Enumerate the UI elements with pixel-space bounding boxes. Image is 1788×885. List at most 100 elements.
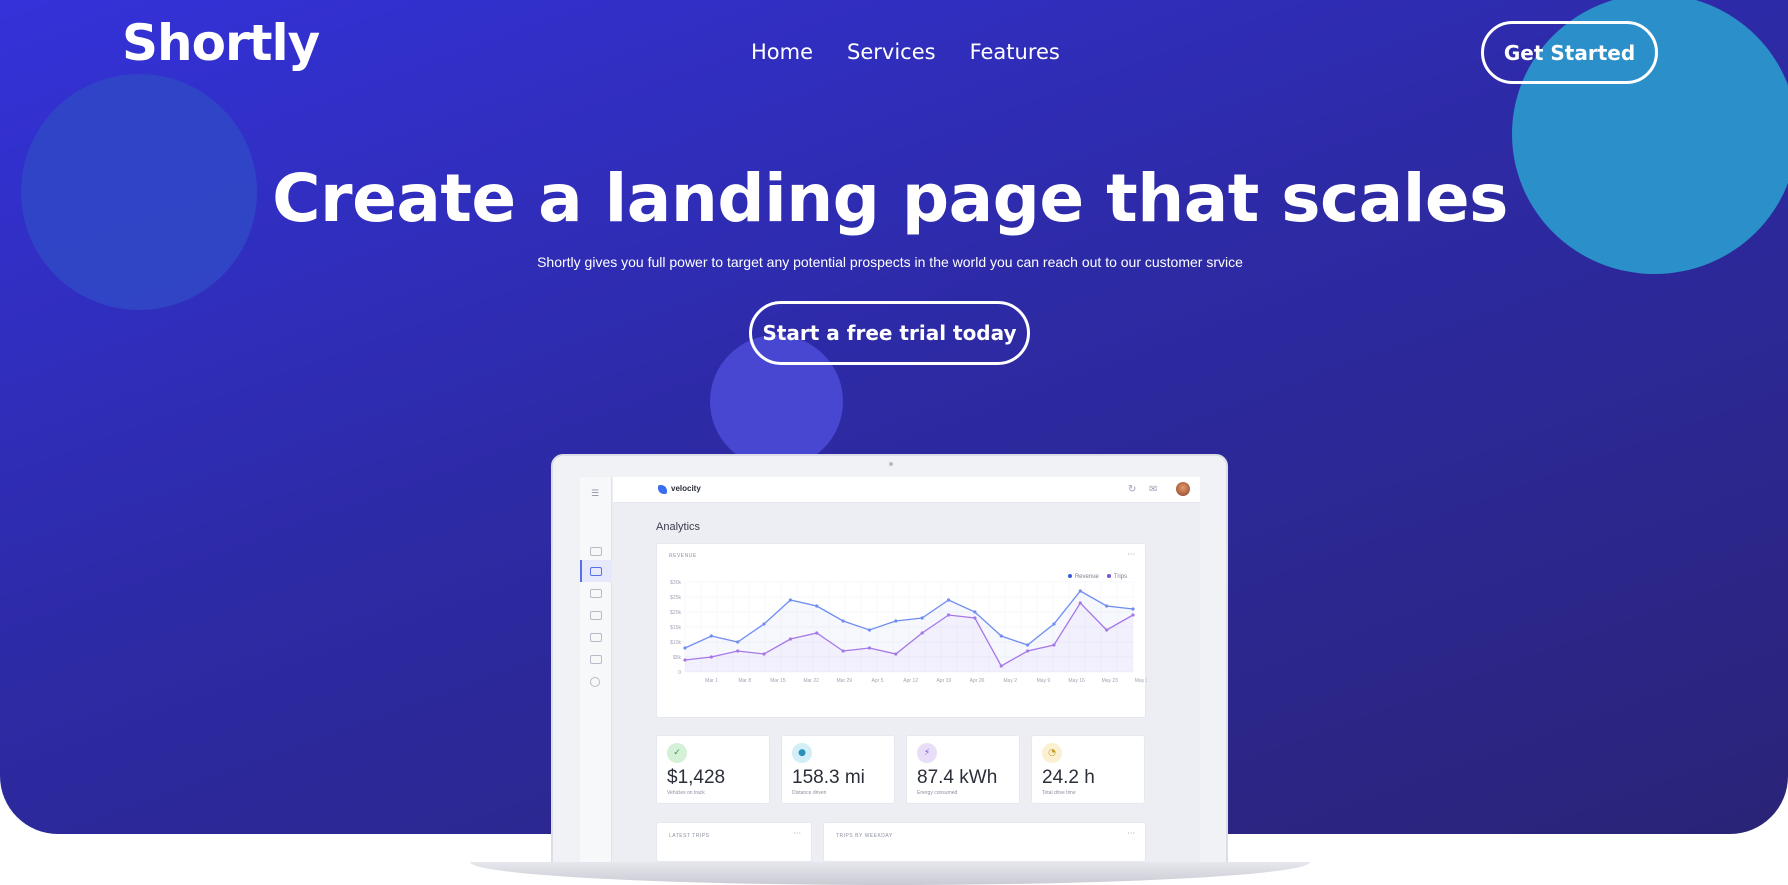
more-icon[interactable]: ···	[793, 829, 801, 838]
nav-features[interactable]: Features	[970, 40, 1060, 64]
data-point-revenue	[1025, 643, 1030, 647]
y-tick-label: $25k	[670, 595, 681, 601]
data-point-revenue	[1078, 589, 1082, 593]
x-tick-label: Mar 15	[770, 678, 786, 684]
dashboard-brand: velocity	[671, 484, 701, 493]
stat-label: Vehicles on track	[667, 790, 705, 796]
pin-icon: ●	[792, 743, 812, 763]
car-icon[interactable]	[590, 589, 602, 598]
trips-by-weekday-label: TRIPS BY WEEKDAY	[836, 833, 893, 839]
x-tick-label: Apr 12	[903, 678, 918, 684]
data-point-trips	[1078, 601, 1082, 605]
y-tick-label: $30k	[670, 580, 681, 586]
y-tick-label: $10k	[670, 640, 681, 646]
stat-card: ◔ 24.2 h Total drive time	[1031, 735, 1145, 804]
stat-card: ● 158.3 mi Distance driven	[781, 735, 895, 804]
megaphone-icon[interactable]	[590, 611, 602, 620]
laptop-base	[470, 862, 1310, 885]
table-icon[interactable]	[590, 633, 602, 642]
data-point-trips	[920, 631, 924, 635]
data-point-trips	[683, 658, 687, 662]
get-started-button[interactable]: Get Started	[1481, 21, 1658, 84]
revenue-chart: 0 $5k $10k $15k $20k $25k $30k Mar 1 Mar 8 Mar 15…	[670, 580, 1147, 684]
x-tick-label: Mar 29	[837, 678, 853, 684]
stat-card: ⚡ 87.4 kWh Energy consumed	[906, 735, 1020, 804]
x-tick-label: May 9	[1037, 678, 1051, 684]
data-point-trips	[762, 652, 766, 656]
x-tick-label: Mar 8	[738, 678, 751, 684]
data-point-trips	[736, 649, 740, 653]
dashboard-topbar: velocity ↻ ✉	[613, 477, 1200, 503]
free-trial-button[interactable]: Start a free trial today	[749, 301, 1030, 365]
data-point-trips	[1052, 643, 1056, 647]
x-tick-label: May 23	[1102, 678, 1119, 684]
latest-trips-card: LATEST TRIPS ···	[656, 822, 812, 862]
nav-home[interactable]: Home	[751, 40, 813, 64]
bolt-icon: ⚡	[917, 743, 937, 763]
data-point-revenue	[1105, 604, 1109, 608]
check-icon: ✓	[667, 743, 687, 763]
data-point-trips	[946, 613, 951, 617]
data-point-trips	[867, 646, 872, 650]
data-point-trips	[1025, 649, 1030, 653]
x-tick-label: May 30	[1135, 678, 1147, 684]
data-point-trips	[841, 649, 845, 653]
stat-label: Total drive time	[1042, 790, 1076, 796]
data-point-revenue	[946, 598, 951, 602]
nav-services[interactable]: Services	[847, 40, 936, 64]
settings-icon[interactable]	[590, 677, 600, 687]
mail-icon[interactable]: ✉	[1149, 484, 1157, 495]
x-tick-label: Apr 26	[970, 678, 985, 684]
x-tick-label: May 2	[1003, 678, 1017, 684]
x-tick-label: May 16	[1068, 678, 1085, 684]
latest-trips-label: LATEST TRIPS	[669, 833, 710, 839]
data-point-trips	[1131, 613, 1135, 617]
y-tick-label: 0	[678, 670, 681, 676]
data-point-revenue	[867, 628, 872, 632]
analytics-icon[interactable]	[590, 567, 602, 576]
data-point-revenue	[762, 622, 766, 626]
more-icon[interactable]: ···	[1127, 829, 1135, 838]
stat-card: ✓ $1,428 Vehicles on track	[656, 735, 770, 804]
data-point-revenue	[841, 619, 845, 623]
stat-label: Distance driven	[792, 790, 827, 796]
avatar[interactable]	[1176, 482, 1190, 496]
data-point-trips	[999, 664, 1003, 668]
x-tick-label: Apr 5	[871, 678, 883, 684]
velocity-logo-icon	[658, 485, 667, 494]
data-point-trips	[1105, 628, 1109, 632]
trips-by-weekday-card: TRIPS BY WEEKDAY ···	[823, 822, 1146, 862]
data-point-revenue	[683, 646, 687, 650]
data-point-revenue	[709, 634, 713, 638]
main-nav: Home Services Features	[751, 40, 1060, 64]
laptop-camera	[889, 462, 893, 466]
logo[interactable]: Shortly	[122, 14, 320, 72]
data-point-trips	[973, 616, 977, 620]
page-title: Analytics	[656, 521, 701, 533]
clock-icon: ◔	[1042, 743, 1062, 763]
hero-headline: Create a landing page that scales	[272, 160, 1508, 237]
refresh-icon[interactable]: ↻	[1128, 484, 1136, 495]
stat-value: 87.4 kWh	[917, 767, 998, 788]
hamburger-icon[interactable]: ☰	[591, 489, 599, 499]
data-point-trips	[709, 655, 713, 659]
revenue-card: REVENUE ··· Revenue Trips 0 $5k $10k $15k $2…	[656, 543, 1147, 718]
stat-value: 24.2 h	[1042, 767, 1095, 788]
calendar-icon[interactable]	[590, 655, 602, 664]
data-point-revenue	[999, 634, 1003, 638]
x-tick-label: Mar 22	[803, 678, 819, 684]
data-point-revenue	[920, 616, 924, 620]
hero-subline: Shortly gives you full power to target a…	[537, 254, 1243, 270]
laptop-mockup: ☰ velocity ↻ ✉ Analytics REVENUE ··· Rev…	[551, 454, 1228, 865]
stat-value: $1,428	[667, 767, 726, 788]
x-tick-label: Mar 1	[705, 678, 718, 684]
stat-label: Energy consumed	[917, 790, 958, 796]
dashboard-screen: ☰ velocity ↻ ✉ Analytics REVENUE ··· Rev…	[580, 477, 1200, 863]
y-tick-label: $20k	[670, 610, 681, 616]
data-point-revenue	[788, 598, 793, 602]
data-point-trips	[894, 652, 898, 656]
data-point-revenue	[894, 619, 898, 623]
grid-icon[interactable]	[590, 547, 602, 556]
data-point-revenue	[1052, 622, 1056, 626]
x-tick-label: Apr 19	[936, 678, 951, 684]
